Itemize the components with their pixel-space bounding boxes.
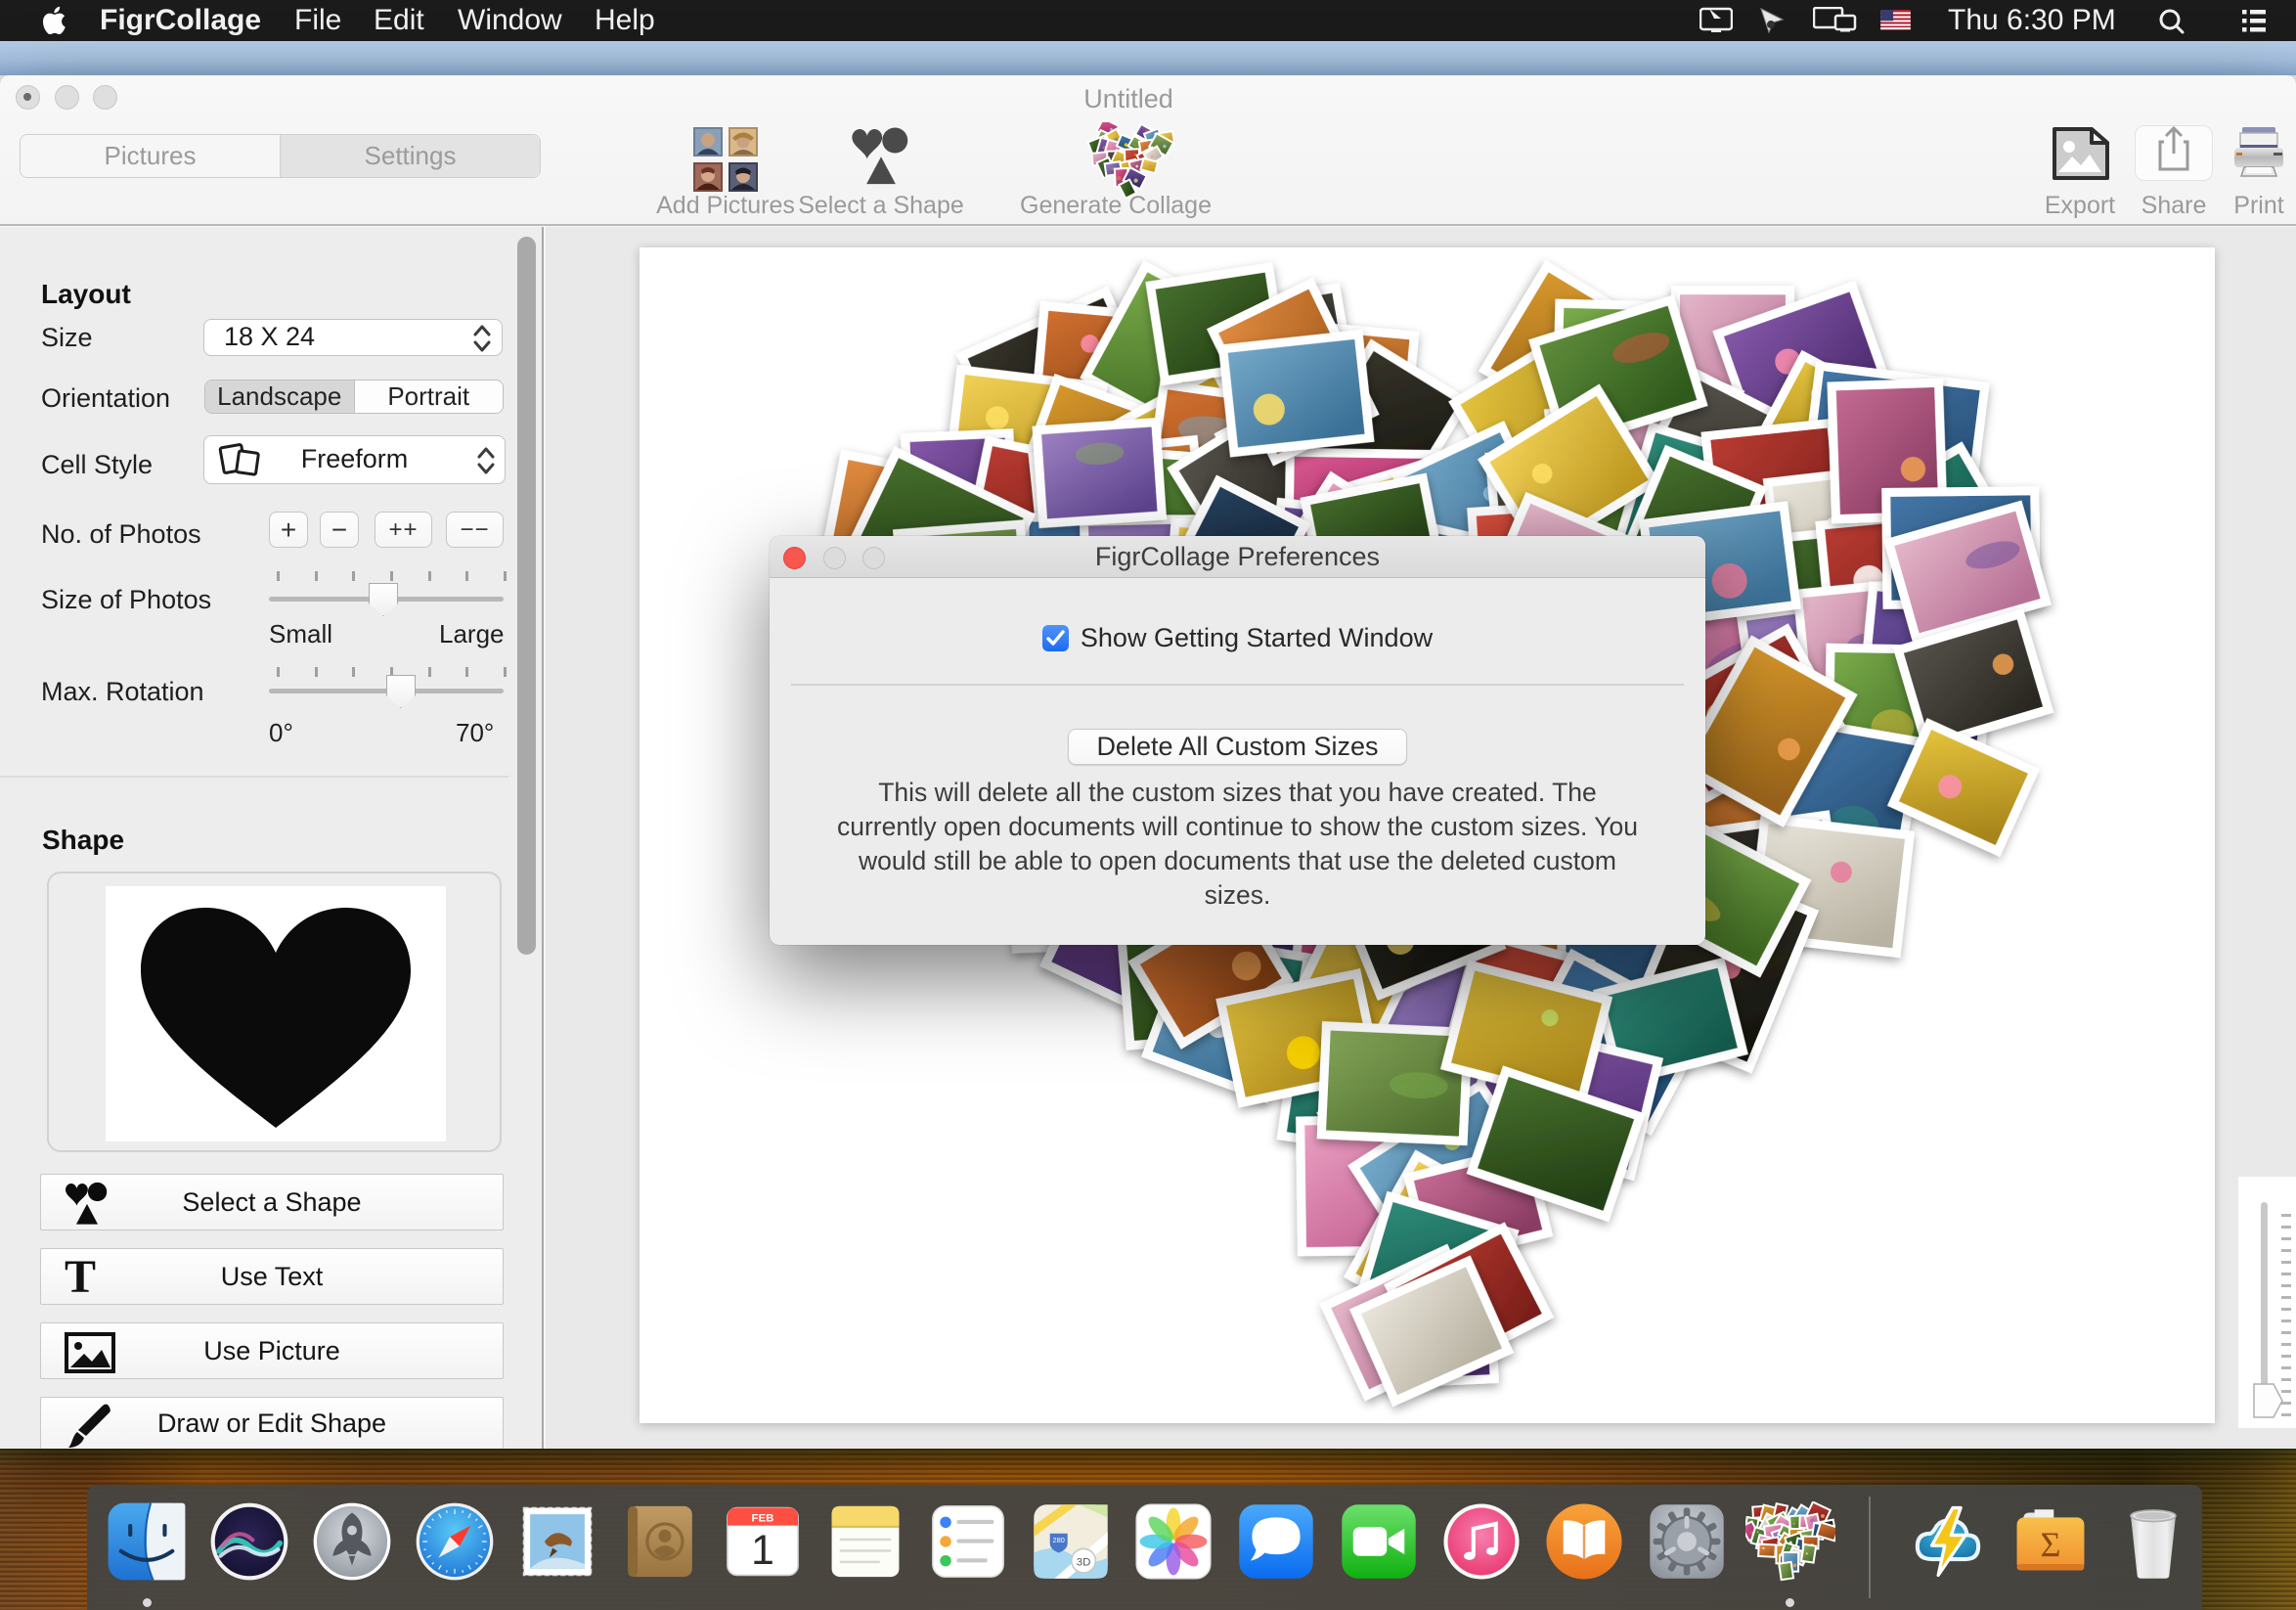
svg-text:FEB: FEB: [752, 1513, 774, 1525]
svg-text:280: 280: [1053, 1536, 1065, 1544]
svg-text:3D: 3D: [1077, 1557, 1091, 1569]
svg-text:Σ: Σ: [2041, 1525, 2061, 1564]
svg-text:1: 1: [751, 1527, 774, 1574]
